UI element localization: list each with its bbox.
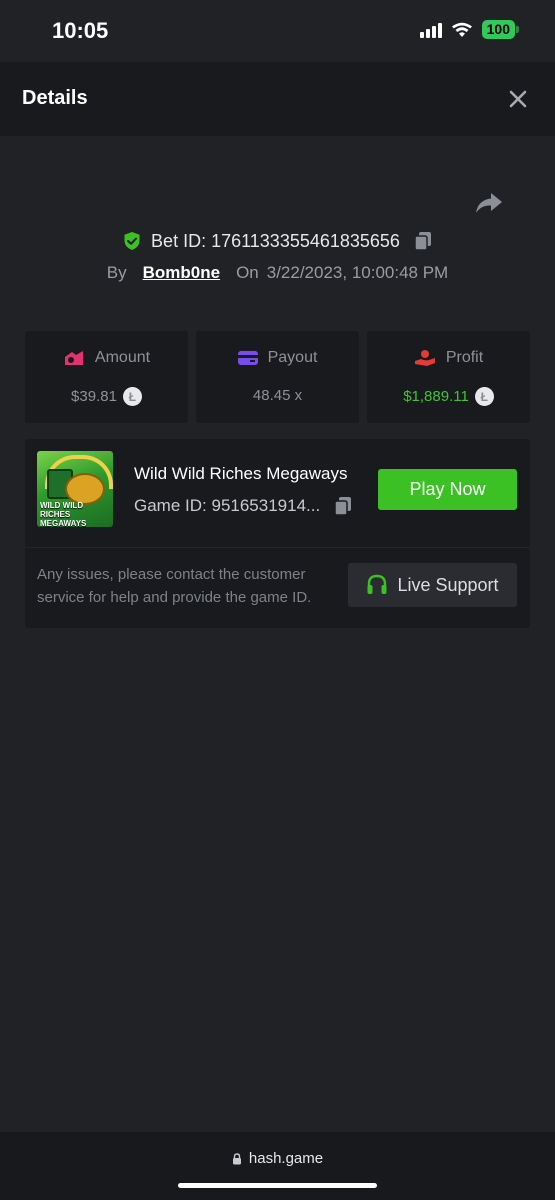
home-indicator[interactable] — [178, 1183, 377, 1188]
wifi-icon — [451, 22, 472, 37]
copy-bet-id-icon[interactable] — [414, 231, 432, 251]
status-bar: 10:05 100 — [0, 0, 555, 62]
game-card: WILD WILD RICHES MEGAWAYS Wild Wild Rich… — [25, 439, 530, 628]
bet-meta-row: By Bomb0ne On 3/22/2023, 10:00:48 PM — [0, 260, 555, 286]
game-id-value: 9516531914... — [211, 496, 321, 515]
url-text[interactable]: hash.game — [249, 1150, 323, 1167]
amount-label: Amount — [94, 349, 151, 366]
bet-stats: Amount $39.81 Ł Payout 48.45 x Profit $1… — [25, 331, 530, 423]
on-label: On — [236, 263, 259, 282]
litecoin-icon: Ł — [474, 387, 494, 406]
stat-payout: Payout 48.45 x — [196, 331, 359, 423]
game-name: Wild Wild Riches Megaways — [134, 464, 348, 483]
close-icon[interactable] — [507, 88, 529, 110]
browser-url-bar[interactable]: hash.game — [0, 1132, 555, 1200]
divider — [25, 547, 530, 548]
shield-check-icon — [124, 232, 140, 250]
lock-icon — [232, 1152, 241, 1164]
bet-id-row: Bet ID: 1761133355461835656 — [0, 226, 555, 256]
by-label: By — [106, 263, 127, 282]
game-id-row: Game ID: 9516531914... — [134, 496, 352, 516]
payout-card-icon — [237, 351, 258, 365]
payout-value: 48.45 x — [252, 387, 303, 404]
bet-id-value: 1761133355461835656 — [211, 230, 400, 251]
status-icons: 100 — [419, 20, 519, 39]
share-icon[interactable] — [474, 190, 504, 216]
payout-label: Payout — [267, 349, 318, 366]
game-thumbnail[interactable]: WILD WILD RICHES MEGAWAYS — [37, 451, 113, 527]
details-header: Details — [0, 62, 555, 136]
profit-label: Profit — [445, 349, 484, 366]
profit-icon — [414, 350, 435, 366]
bet-id-label: Bet ID: — [151, 230, 207, 251]
play-now-button[interactable]: Play Now — [378, 469, 517, 510]
amount-value: $39.81 — [71, 388, 117, 405]
copy-game-id-icon[interactable] — [334, 496, 352, 516]
stat-profit: Profit $1,889.11 Ł — [367, 331, 530, 423]
support-help-text: Any issues, please contact the customer … — [37, 566, 312, 606]
status-time: 10:05 — [52, 18, 109, 43]
bet-datetime: 3/22/2023, 10:00:48 PM — [266, 263, 449, 282]
game-thumbnail-title: WILD WILD RICHES MEGAWAYS — [40, 501, 87, 527]
battery-icon: 100 — [481, 20, 519, 39]
amount-icon — [64, 351, 83, 365]
stat-amount: Amount $39.81 Ł — [25, 331, 188, 423]
live-support-button[interactable]: Live Support — [348, 563, 517, 607]
profit-value: $1,889.11 — [403, 388, 469, 405]
username-link[interactable]: Bomb0ne — [143, 263, 220, 283]
game-id-label: Game ID: — [134, 496, 207, 515]
live-support-label: Live Support — [397, 574, 499, 595]
litecoin-icon: Ł — [122, 387, 142, 406]
signal-icon — [419, 22, 442, 38]
headset-icon — [367, 574, 387, 594]
page-title: Details — [22, 87, 88, 109]
battery-level: 100 — [481, 20, 515, 39]
